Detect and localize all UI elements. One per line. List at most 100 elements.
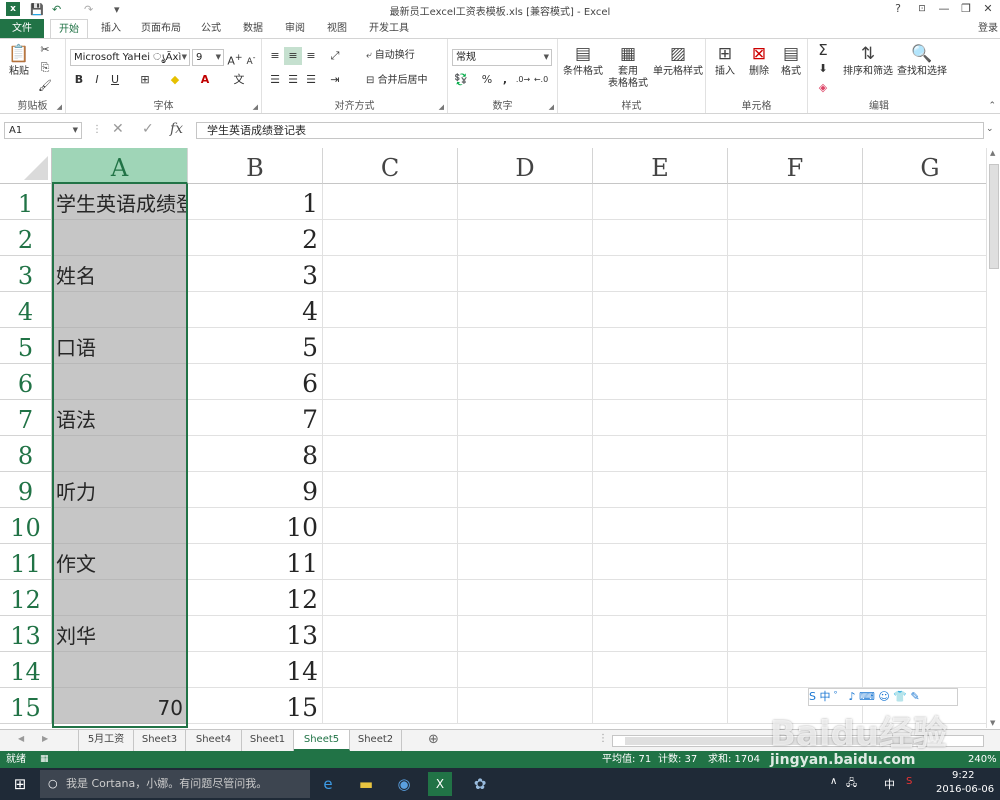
grid-cell[interactable] bbox=[728, 472, 863, 508]
login-link[interactable]: 登录 bbox=[978, 19, 998, 38]
grid-cell[interactable] bbox=[593, 616, 728, 652]
grid-cell[interactable] bbox=[458, 688, 593, 724]
number-launcher-icon[interactable]: ◢ bbox=[549, 103, 554, 111]
expand-formula-icon[interactable]: ⌄ bbox=[986, 124, 994, 134]
grid-cell[interactable] bbox=[863, 436, 986, 472]
row-header[interactable]: 1 bbox=[0, 184, 52, 220]
grid-cell[interactable] bbox=[323, 328, 458, 364]
tab-insert[interactable]: 插入 bbox=[94, 19, 128, 38]
grid-cell[interactable] bbox=[863, 508, 986, 544]
redo-icon[interactable]: ↷ bbox=[84, 2, 93, 17]
font-color-icon[interactable]: A bbox=[196, 71, 214, 89]
tab-file[interactable]: 文件 bbox=[0, 19, 44, 38]
grid-cell[interactable]: 10 bbox=[188, 508, 323, 544]
grid-cell[interactable] bbox=[728, 328, 863, 364]
grid-cell[interactable] bbox=[728, 544, 863, 580]
grid-cell[interactable] bbox=[863, 292, 986, 328]
row-header[interactable]: 9 bbox=[0, 472, 52, 508]
orientation-icon[interactable]: ⤢ bbox=[326, 47, 344, 65]
windows-start-icon[interactable]: ⊞ bbox=[8, 772, 32, 796]
sort-filter-button[interactable]: ⇅ 排序和筛选 bbox=[840, 43, 896, 78]
grid-cell[interactable] bbox=[728, 616, 863, 652]
grid-cell[interactable]: 13 bbox=[188, 616, 323, 652]
grid-cell[interactable] bbox=[863, 616, 986, 652]
grid-cell[interactable]: 作文 bbox=[52, 544, 188, 580]
formula-input[interactable]: 学生英语成绩登记表 bbox=[196, 122, 984, 139]
grid-cell[interactable] bbox=[458, 220, 593, 256]
grid-cell[interactable] bbox=[52, 652, 188, 688]
grid-cell[interactable]: 8 bbox=[188, 436, 323, 472]
grid-cell[interactable] bbox=[458, 364, 593, 400]
grid-cell[interactable] bbox=[593, 580, 728, 616]
tab-split-icon[interactable]: ⋮ bbox=[598, 733, 608, 744]
grid-cell[interactable]: 4 bbox=[188, 292, 323, 328]
file-explorer-icon[interactable]: ▬ bbox=[354, 772, 378, 796]
fill-color-icon[interactable]: ◆ bbox=[166, 71, 184, 89]
grid-cell[interactable] bbox=[323, 256, 458, 292]
delete-cells-button[interactable]: ⊠ 删除 bbox=[744, 43, 774, 78]
merge-center-button[interactable]: ⊟ 合并后居中 bbox=[366, 75, 428, 87]
grid-cell[interactable] bbox=[728, 400, 863, 436]
format-as-table-button[interactable]: ▦ 套用 表格格式 bbox=[604, 43, 652, 90]
grid-cell[interactable] bbox=[593, 292, 728, 328]
grid-cell[interactable]: 3 bbox=[188, 256, 323, 292]
help-button[interactable]: ? bbox=[888, 1, 908, 17]
row-header[interactable]: 14 bbox=[0, 652, 52, 688]
grid-cell[interactable] bbox=[323, 652, 458, 688]
row-header[interactable]: 13 bbox=[0, 616, 52, 652]
border-icon[interactable]: ⊞ bbox=[136, 71, 154, 89]
italic-button[interactable]: I bbox=[88, 71, 106, 89]
row-header[interactable]: 3 bbox=[0, 256, 52, 292]
paste-button[interactable]: 📋 粘贴 bbox=[4, 43, 34, 78]
grid-cell[interactable] bbox=[593, 544, 728, 580]
align-top-icon[interactable]: ≡ bbox=[266, 47, 284, 65]
grid-cell[interactable] bbox=[863, 328, 986, 364]
grid-cell[interactable] bbox=[728, 580, 863, 616]
autosum-button[interactable]: Σ bbox=[814, 41, 832, 59]
grid-cell[interactable]: 12 bbox=[188, 580, 323, 616]
font-launcher-icon[interactable]: ◢ bbox=[253, 103, 258, 111]
row-header[interactable]: 5 bbox=[0, 328, 52, 364]
grid-cell[interactable] bbox=[458, 544, 593, 580]
scroll-down-icon[interactable]: ▼ bbox=[990, 719, 995, 727]
currency-icon[interactable]: 💱 bbox=[452, 71, 470, 89]
column-header-g[interactable]: G bbox=[863, 148, 986, 184]
grid-cell[interactable] bbox=[458, 616, 593, 652]
font-shrink-icon[interactable]: A- bbox=[242, 49, 260, 67]
grid-cell[interactable] bbox=[458, 580, 593, 616]
column-header-d[interactable]: D bbox=[458, 148, 593, 184]
clock-date[interactable]: 2016-06-06 bbox=[936, 784, 994, 795]
row-header[interactable]: 12 bbox=[0, 580, 52, 616]
format-painter-icon[interactable]: 🖌 bbox=[36, 77, 54, 95]
ime-toolbar[interactable]: S 中 ゜ ♪ ⌨ ☺ 👕 ✎ bbox=[808, 688, 958, 706]
enter-icon[interactable]: ✓ bbox=[142, 121, 154, 137]
column-header-b[interactable]: B bbox=[188, 148, 323, 184]
grid-cell[interactable] bbox=[458, 400, 593, 436]
grid-cell[interactable] bbox=[728, 652, 863, 688]
grid-cell[interactable] bbox=[593, 688, 728, 724]
grid-cell[interactable] bbox=[728, 508, 863, 544]
align-right-icon[interactable]: ☰ bbox=[302, 71, 320, 89]
grid-cell[interactable]: 语法 bbox=[52, 400, 188, 436]
fill-icon[interactable]: ⬇ bbox=[814, 60, 832, 78]
font-name-select[interactable]: Microsoft YaHei ൃÃxì ▼ bbox=[70, 49, 190, 66]
underline-button[interactable]: U bbox=[106, 71, 124, 89]
network-icon[interactable]: 🖧 bbox=[846, 776, 857, 793]
grid-cell[interactable] bbox=[593, 472, 728, 508]
grid-cell[interactable]: 学生英语成绩登记表 bbox=[52, 184, 188, 220]
grid-cell[interactable] bbox=[458, 292, 593, 328]
select-all-button[interactable] bbox=[0, 148, 52, 184]
grid-cell[interactable] bbox=[593, 328, 728, 364]
grid-cell[interactable] bbox=[458, 256, 593, 292]
decrease-decimal-icon[interactable]: ←.0 bbox=[532, 71, 550, 89]
tab-page-layout[interactable]: 页面布局 bbox=[134, 19, 188, 38]
grid-cell[interactable]: 70 bbox=[52, 688, 188, 724]
grid-cell[interactable] bbox=[458, 652, 593, 688]
grid-cell[interactable]: 姓名 bbox=[52, 256, 188, 292]
grid-cell[interactable] bbox=[323, 472, 458, 508]
grid-cell[interactable]: 5 bbox=[188, 328, 323, 364]
row-header[interactable]: 11 bbox=[0, 544, 52, 580]
column-header-f[interactable]: F bbox=[728, 148, 863, 184]
tab-data[interactable]: 数据 bbox=[236, 19, 270, 38]
grid-cell[interactable] bbox=[458, 436, 593, 472]
